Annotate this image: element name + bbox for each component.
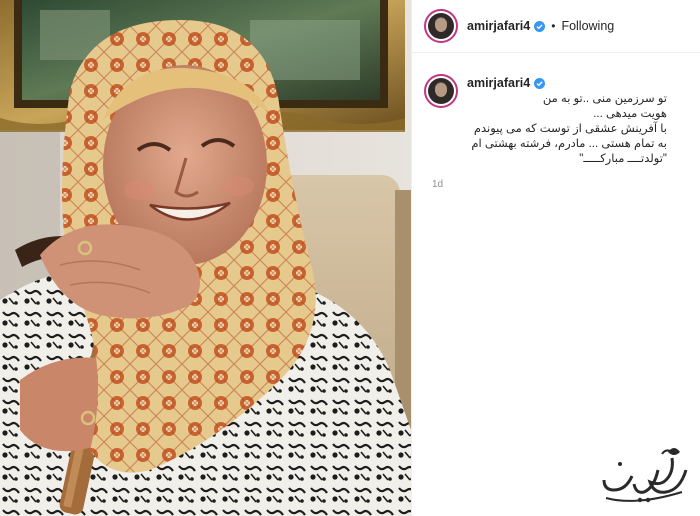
- post-header: amirjafari4 • Following: [412, 0, 700, 53]
- caption-author-username[interactable]: amirjafari4: [467, 76, 530, 90]
- caption-row: amirjafari4 تو سرزمین منی ..تو به من هوی…: [424, 74, 692, 167]
- verified-badge-icon: [534, 77, 546, 89]
- header-separator: •: [551, 19, 556, 33]
- site-logo-watermark-icon: [602, 448, 688, 503]
- author-username[interactable]: amirjafari4: [467, 19, 530, 33]
- caption-line: "تولدتــــ مبارکـــــ": [579, 153, 667, 165]
- following-button[interactable]: Following: [561, 19, 614, 33]
- post-side-panel: amirjafari4 • Following amirjafari4 تو س…: [411, 0, 700, 516]
- caption-user-line: amirjafari4: [467, 74, 687, 92]
- caption-line: تو سرزمین منی ..تو به من: [542, 93, 667, 105]
- author-avatar[interactable]: [424, 9, 458, 43]
- caption-comment: amirjafari4 تو سرزمین منی ..تو به من هوی…: [424, 74, 692, 190]
- caption-line: به تمام هستی ... مادرم، فرشته بهشتی ام: [471, 138, 667, 150]
- caption-line: هویت میدهی ...: [593, 108, 667, 120]
- post-photo[interactable]: [0, 0, 411, 516]
- caption-line: با آفرینش عشقی از توست که می پیوندم: [473, 123, 667, 135]
- post-photo-illustration: [0, 0, 411, 516]
- profile-photo-icon: [428, 78, 454, 104]
- post-timestamp[interactable]: 1d: [424, 179, 692, 190]
- verified-badge-icon: [534, 20, 546, 32]
- profile-photo-icon: [428, 13, 454, 39]
- caption-text: تو سرزمین منی ..تو به من هویت میدهی ... …: [457, 92, 667, 167]
- caption-author-avatar[interactable]: [424, 74, 458, 108]
- caption-body: amirjafari4 تو سرزمین منی ..تو به من هوی…: [467, 74, 687, 167]
